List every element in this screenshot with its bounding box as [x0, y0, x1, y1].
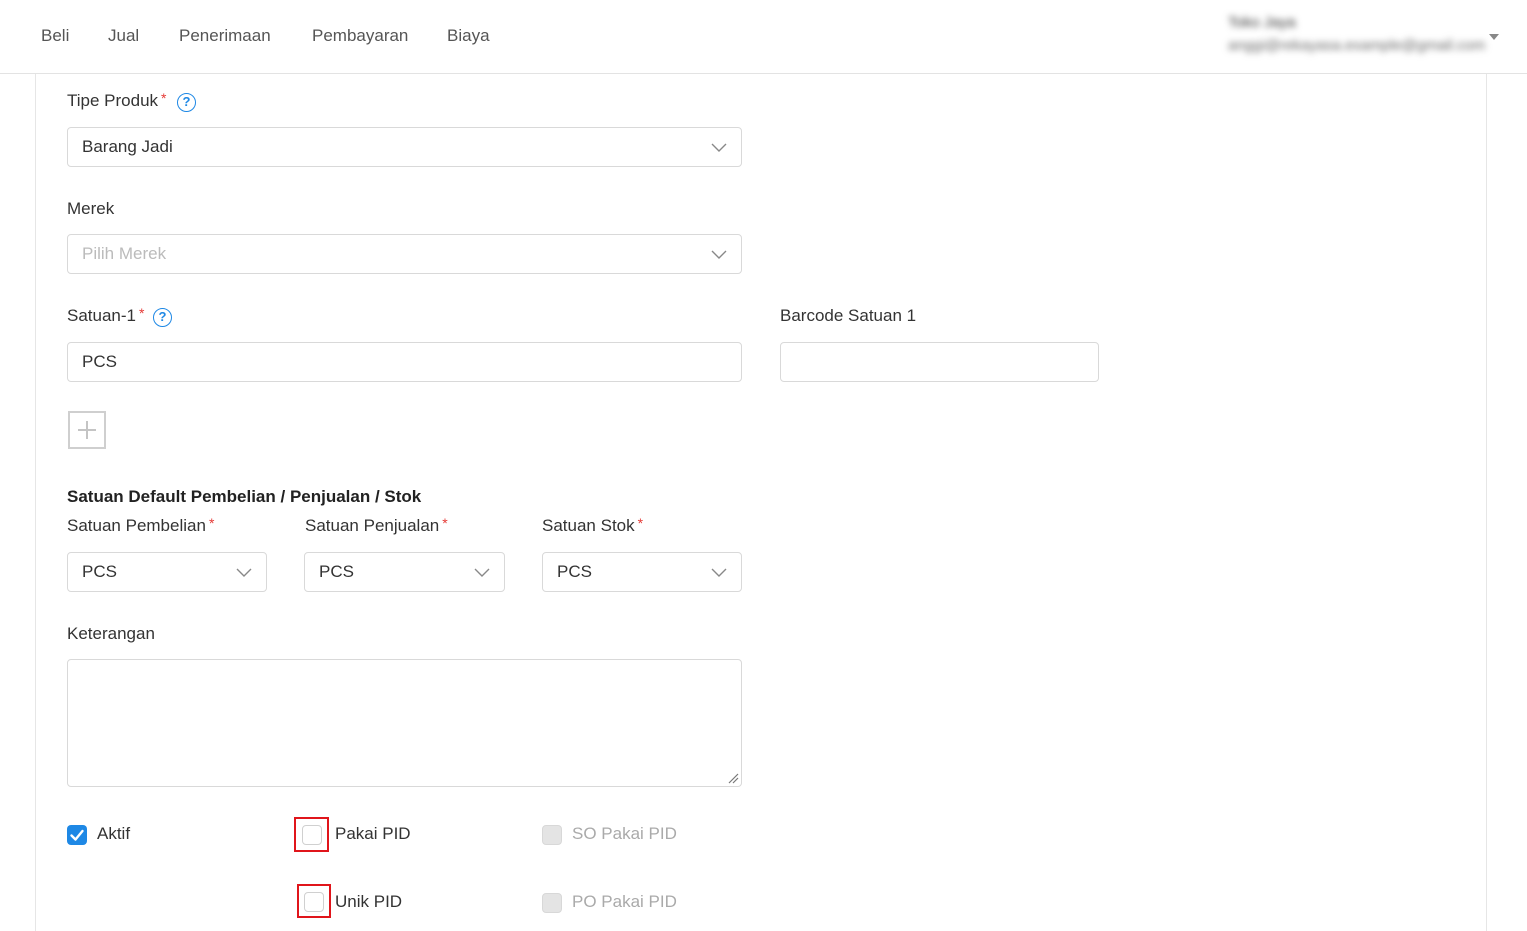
unik-pid-checkbox[interactable]	[304, 892, 324, 912]
satuan1-label: Satuan-1 *	[67, 305, 145, 326]
satuan1-value: PCS	[82, 352, 117, 371]
satuan1-input[interactable]: PCS	[67, 342, 742, 382]
merek-label: Merek	[67, 199, 115, 218]
required-asterisk: *	[637, 515, 644, 531]
chevron-down-icon	[711, 143, 727, 152]
plus-icon	[78, 421, 96, 439]
merek-placeholder: Pilih Merek	[82, 244, 167, 263]
required-asterisk: *	[208, 515, 215, 531]
pakai-pid-label: Pakai PID	[335, 824, 411, 843]
chevron-down-icon	[236, 568, 252, 577]
nav-item-biaya[interactable]: Biaya	[447, 26, 490, 46]
satuan-penjualan-label: Satuan Penjualan *	[305, 515, 448, 536]
satuan1-help-icon[interactable]: ?	[153, 308, 172, 327]
merek-select[interactable]: Pilih Merek	[67, 234, 742, 274]
user-info[interactable]: Toko Jaya anggi@rekayasa.example@gmail.c…	[1228, 12, 1486, 62]
unik-pid-label: Unik PID	[335, 892, 403, 911]
tipe-produk-help-icon[interactable]: ?	[177, 93, 196, 112]
satuan-penjualan-select[interactable]: PCS	[304, 552, 505, 592]
required-asterisk: *	[139, 305, 145, 321]
content-frame-right-border	[1486, 74, 1487, 931]
chevron-down-icon	[711, 568, 727, 577]
aktif-checkbox[interactable]	[67, 825, 87, 845]
required-asterisk: *	[161, 90, 167, 106]
tipe-produk-value: Barang Jadi	[82, 137, 173, 156]
satuan-penjualan-label-text: Satuan Penjualan	[305, 516, 440, 535]
keterangan-textarea[interactable]	[67, 659, 742, 787]
satuan-penjualan-value: PCS	[319, 562, 354, 581]
chevron-down-icon	[474, 568, 490, 577]
barcode-satuan1-label: Barcode Satuan 1	[780, 306, 917, 325]
satuan-pembelian-label: Satuan Pembelian *	[67, 515, 215, 536]
content-frame-left-border	[35, 74, 36, 931]
nav-item-jual[interactable]: Jual	[108, 26, 139, 46]
user-email: anggi@rekayasa.example@gmail.com	[1228, 37, 1486, 54]
satuan-default-section-title: Satuan Default Pembelian / Penjualan / S…	[67, 487, 422, 506]
aktif-label: Aktif	[97, 824, 131, 843]
satuan-stok-label: Satuan Stok *	[542, 515, 644, 536]
so-pakai-pid-label: SO Pakai PID	[572, 824, 677, 843]
satuan-pembelian-value: PCS	[82, 562, 117, 581]
user-name: Toko Jaya	[1228, 14, 1296, 31]
nav-item-beli[interactable]: Beli	[41, 26, 69, 46]
required-asterisk: *	[442, 515, 448, 531]
satuan-stok-value: PCS	[557, 562, 592, 581]
chevron-down-icon	[711, 250, 727, 259]
satuan-stok-label-text: Satuan Stok	[542, 516, 635, 535]
po-pakai-pid-label: PO Pakai PID	[572, 892, 677, 911]
barcode-satuan1-input[interactable]	[780, 342, 1099, 382]
pakai-pid-checkbox[interactable]	[302, 825, 322, 845]
tipe-produk-label-text: Tipe Produk	[67, 91, 159, 110]
top-navbar: Beli Jual Penerimaan Pembayaran Biaya To…	[0, 0, 1527, 74]
tipe-produk-select[interactable]: Barang Jadi	[67, 127, 742, 167]
po-pakai-pid-checkbox	[542, 893, 562, 913]
satuan-stok-select[interactable]: PCS	[542, 552, 742, 592]
so-pakai-pid-checkbox	[542, 825, 562, 845]
satuan1-label-text: Satuan-1	[67, 306, 136, 325]
satuan-pembelian-label-text: Satuan Pembelian	[67, 516, 206, 535]
resize-handle-icon[interactable]	[728, 773, 739, 784]
checkmark-icon	[70, 829, 84, 841]
satuan-pembelian-select[interactable]: PCS	[67, 552, 267, 592]
nav-item-penerimaan[interactable]: Penerimaan	[179, 26, 271, 46]
tipe-produk-label: Tipe Produk *	[67, 90, 167, 111]
add-satuan-button[interactable]	[68, 411, 106, 449]
keterangan-label: Keterangan	[67, 624, 155, 643]
nav-item-pembayaran[interactable]: Pembayaran	[312, 26, 408, 46]
user-menu-caret-icon[interactable]	[1489, 34, 1499, 40]
